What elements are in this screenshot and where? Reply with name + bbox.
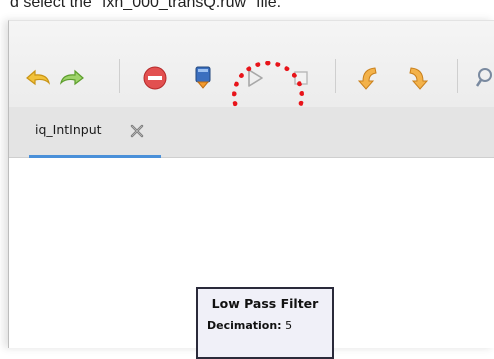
instruction-caption: d select the "fxn_000_transQ.ruw" file. [0,0,494,13]
grc-window: iq_IntInput Low Pass Filter Decimation: … [8,20,494,359]
tab-iq-intinput[interactable]: iq_IntInput [29,107,161,158]
close-tab-button[interactable] [129,123,145,139]
find-button[interactable] [471,65,493,91]
undo-icon [26,69,51,86]
tab-label: iq_IntInput [35,122,102,137]
param-name: Decimation: [207,319,282,332]
toolbar-separator [457,59,458,93]
toolbar-separator [335,59,336,93]
generate-button[interactable] [189,65,217,91]
rotate-ccw-button[interactable] [355,65,383,91]
stop-red-icon [143,66,167,90]
undo-button[interactable] [25,65,53,91]
block-title: Low Pass Filter [211,296,319,311]
rotate-cw-button[interactable] [403,65,431,91]
search-icon [475,68,492,87]
param-value: 5 [285,319,293,332]
close-icon [130,124,144,138]
instruction-text: d select the "fxn_000_transQ.ruw" file. [10,0,282,11]
redo-button[interactable] [57,65,85,91]
kill-button[interactable] [141,65,169,91]
block-param: Decimation: 5 [207,319,292,332]
tab-bar: iq_IntInput [9,107,494,158]
redo-icon [59,69,84,86]
toolbar-separator [119,59,120,93]
low-pass-filter-block[interactable]: Low Pass Filter Decimation: 5 [196,287,334,359]
rotate-ccw-icon [357,67,377,90]
rotate-cw-icon [409,67,429,90]
flowgraph-canvas[interactable]: Low Pass Filter Decimation: 5 [9,158,494,359]
generate-flowgraph-icon [195,66,211,89]
